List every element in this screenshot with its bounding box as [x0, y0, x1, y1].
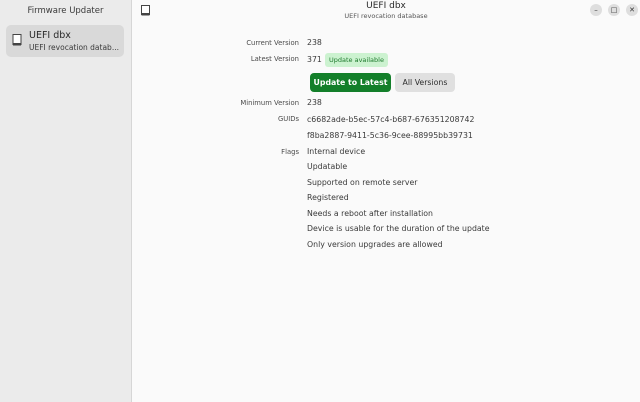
- guid-value: c6682ade-b5ec-57c4-b687-676351208742: [307, 115, 475, 124]
- sidebar-item-uefi-dbx[interactable]: UEFI dbx UEFI revocation datab...: [6, 25, 124, 57]
- minimum-version-value: 238: [307, 98, 322, 107]
- all-versions-button[interactable]: All Versions: [395, 73, 455, 92]
- sidebar-item-title: UEFI dbx: [29, 30, 71, 41]
- page-title: UEFI dbx: [366, 1, 406, 11]
- flag-item: Supported on remote server: [307, 178, 418, 187]
- update-to-latest-button[interactable]: Update to Latest: [310, 73, 391, 92]
- header-bar: UEFI dbx UEFI revocation database – □ ✕: [132, 0, 640, 21]
- flag-item: Only version upgrades are allowed: [307, 240, 443, 249]
- current-version-label: Current Version: [246, 39, 299, 47]
- flags-label: Flags: [281, 148, 299, 156]
- minimum-version-label: Minimum Version: [240, 99, 299, 107]
- flag-item: Registered: [307, 193, 349, 202]
- flag-item: Device is usable for the duration of the…: [307, 224, 490, 233]
- latest-version-label: Latest Version: [250, 55, 299, 63]
- device-icon: [12, 34, 22, 46]
- close-button[interactable]: ✕: [626, 4, 638, 16]
- minimize-button[interactable]: –: [590, 4, 602, 16]
- sidebar-title: Firmware Updater: [27, 5, 104, 16]
- current-version-value: 238: [307, 38, 322, 47]
- guids-label: GUIDs: [277, 115, 299, 123]
- update-available-badge: Update available: [325, 53, 388, 67]
- flag-item: Updatable: [307, 162, 348, 171]
- flag-item: Internal device: [307, 147, 366, 156]
- sidebar-item-subtitle: UEFI revocation datab...: [29, 43, 119, 52]
- latest-version-value: 371: [307, 55, 322, 64]
- sidebar: Firmware Updater UEFI dbx UEFI revocatio…: [0, 0, 132, 402]
- guid-value: f8ba2887-9411-5c36-9cee-88995bb39731: [307, 131, 473, 140]
- maximize-button[interactable]: □: [608, 4, 620, 16]
- page-subtitle: UEFI revocation database: [344, 12, 428, 20]
- flag-item: Needs a reboot after installation: [307, 209, 434, 218]
